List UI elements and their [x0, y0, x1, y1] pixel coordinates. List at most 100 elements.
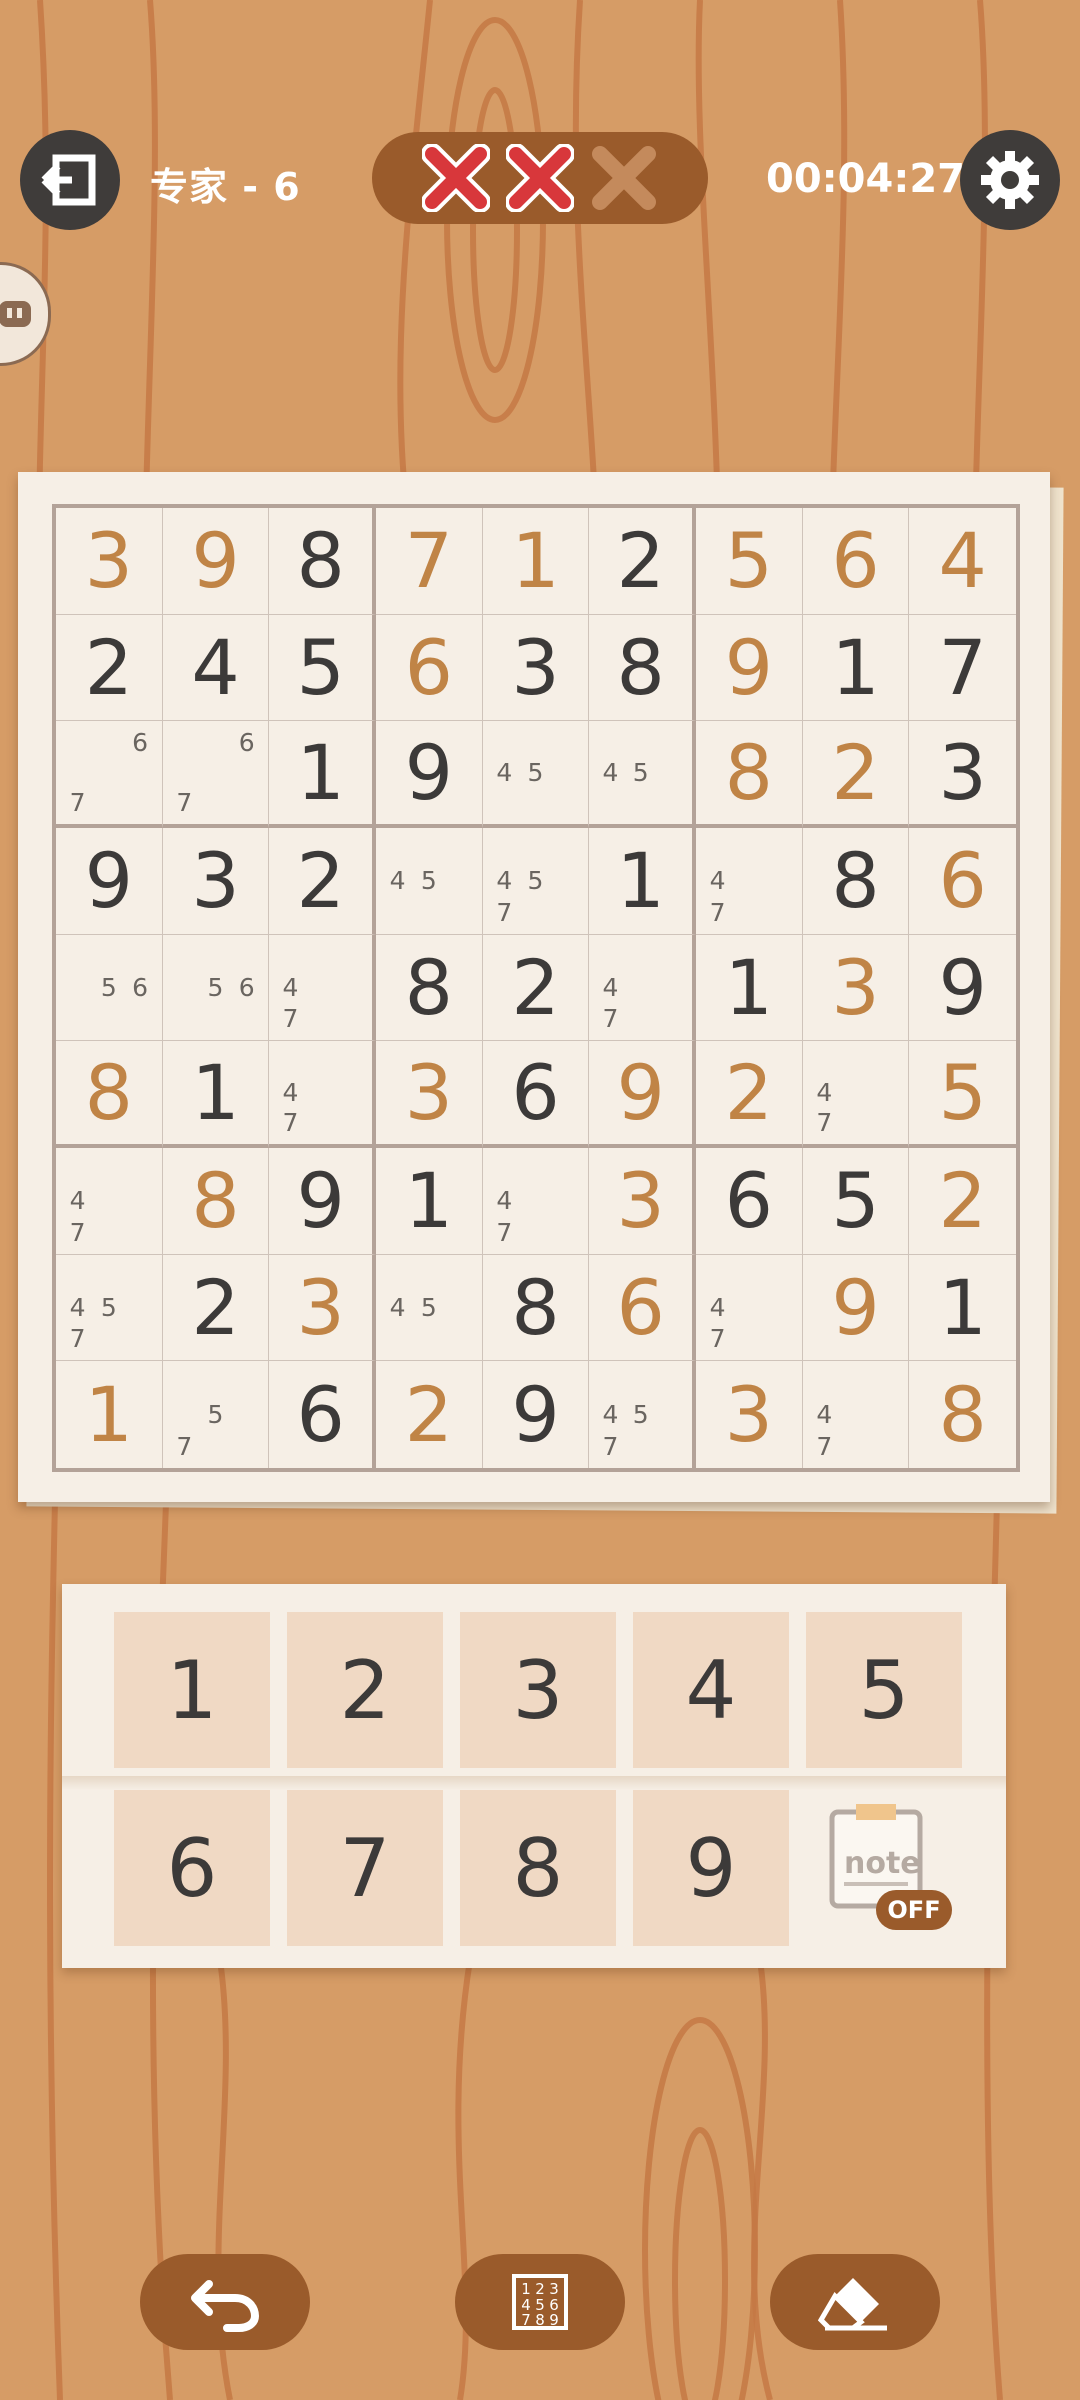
grid-cell-r1c7[interactable]: 5 [695, 508, 803, 615]
erase-button[interactable] [770, 2254, 940, 2350]
grid-cell-r8c7[interactable]: 47 [695, 1254, 803, 1362]
grid-cell-r1c3[interactable]: 8 [269, 508, 376, 615]
note-digit [626, 1003, 656, 1034]
key-6[interactable]: 6 [114, 1790, 270, 1946]
grid-cell-r4c7[interactable]: 47 [695, 827, 803, 935]
grid-cell-r7c3[interactable]: 9 [269, 1147, 376, 1255]
key-8[interactable]: 8 [460, 1790, 616, 1946]
grid-cell-r3c2[interactable]: 67 [162, 721, 270, 828]
grid-cell-r3c9[interactable]: 3 [909, 721, 1016, 828]
grid-cell-r9c1[interactable]: 1 [56, 1361, 163, 1468]
grid-cell-r5c5[interactable]: 2 [482, 934, 590, 1042]
exit-button[interactable] [20, 130, 120, 230]
grid-cell-r4c4[interactable]: 45 [375, 827, 483, 935]
grid-cell-r6c1[interactable]: 8 [56, 1041, 163, 1148]
grid-cell-r5c7[interactable]: 1 [695, 934, 803, 1042]
grid-cell-r3c8[interactable]: 2 [802, 721, 910, 828]
grid-cell-r2c9[interactable]: 7 [909, 615, 1016, 722]
grid-cell-r5c4[interactable]: 8 [375, 934, 483, 1042]
grid-cell-r4c5[interactable]: 457 [482, 827, 590, 935]
grid-cell-r7c4[interactable]: 1 [375, 1147, 483, 1255]
cell-value: 9 [296, 1156, 345, 1246]
grid-cell-r2c5[interactable]: 3 [482, 614, 590, 722]
key-5[interactable]: 5 [806, 1612, 962, 1768]
grid-cell-r6c9[interactable]: 5 [909, 1041, 1016, 1148]
grid-cell-r1c8[interactable]: 6 [802, 508, 910, 615]
grid-cell-r5c9[interactable]: 9 [909, 935, 1016, 1042]
grid-cell-r1c1[interactable]: 3 [56, 508, 163, 615]
grid-cell-r4c2[interactable]: 3 [162, 827, 270, 935]
grid-cell-r1c4[interactable]: 7 [375, 508, 483, 615]
grid-cell-r7c9[interactable]: 2 [909, 1148, 1016, 1255]
grid-cell-r1c6[interactable]: 2 [589, 508, 696, 615]
grid-cell-r8c1[interactable]: 457 [56, 1254, 163, 1362]
grid-cell-r7c5[interactable]: 47 [482, 1147, 590, 1255]
grid-cell-r8c3[interactable]: 3 [269, 1254, 376, 1362]
grid-cell-r6c6[interactable]: 9 [589, 1041, 696, 1148]
grid-cell-r6c4[interactable]: 3 [375, 1041, 483, 1148]
key-4[interactable]: 4 [633, 1612, 789, 1768]
key-7[interactable]: 7 [287, 1790, 443, 1946]
grid-cell-r2c6[interactable]: 8 [589, 614, 696, 722]
grid-cell-r5c8[interactable]: 3 [802, 934, 910, 1042]
grid-cell-r3c5[interactable]: 45 [482, 721, 590, 828]
grid-cell-r4c1[interactable]: 9 [56, 827, 163, 935]
grid-cell-r5c1[interactable]: 56 [56, 934, 163, 1042]
grid-cell-r8c6[interactable]: 6 [589, 1254, 696, 1362]
grid-cell-r7c7[interactable]: 6 [695, 1147, 803, 1255]
key-2[interactable]: 2 [287, 1612, 443, 1768]
grid-cell-r3c6[interactable]: 45 [589, 721, 696, 828]
grid-cell-r8c8[interactable]: 9 [802, 1254, 910, 1362]
note-digit [551, 865, 582, 896]
note-digit: 5 [100, 1292, 117, 1322]
key-3[interactable]: 3 [460, 1612, 616, 1768]
grid-cell-r5c3[interactable]: 47 [269, 934, 376, 1042]
grid-cell-r1c5[interactable]: 1 [482, 508, 590, 615]
grid-cell-r8c4[interactable]: 45 [375, 1254, 483, 1362]
grid-cell-r6c7[interactable]: 2 [695, 1041, 803, 1148]
undo-button[interactable] [140, 2254, 310, 2350]
grid-cell-r9c3[interactable]: 6 [269, 1361, 376, 1468]
grid-cell-r9c4[interactable]: 2 [376, 1361, 483, 1468]
grid-cell-r3c1[interactable]: 67 [56, 721, 163, 828]
grid-cell-r7c8[interactable]: 5 [802, 1147, 910, 1255]
grid-cell-r3c7[interactable]: 8 [695, 721, 803, 828]
grid-cell-r2c2[interactable]: 4 [162, 614, 270, 722]
grid-cell-r7c6[interactable]: 3 [589, 1147, 696, 1255]
grid-cell-r5c6[interactable]: 47 [589, 934, 696, 1042]
grid-cell-r7c1[interactable]: 47 [56, 1147, 163, 1255]
grid-cell-r7c2[interactable]: 8 [162, 1147, 270, 1255]
grid-cell-r8c9[interactable]: 1 [909, 1255, 1016, 1362]
grid-cell-r9c7[interactable]: 3 [696, 1361, 803, 1468]
grid-cell-r4c9[interactable]: 6 [909, 828, 1016, 935]
grid-cell-r6c5[interactable]: 6 [482, 1041, 590, 1148]
grid-cell-r9c9[interactable]: 8 [909, 1361, 1016, 1468]
grid-cell-r9c5[interactable]: 9 [483, 1361, 590, 1468]
grid-cell-r2c7[interactable]: 9 [695, 614, 803, 722]
grid-cell-r3c3[interactable]: 1 [269, 721, 376, 828]
grid-cell-r4c6[interactable]: 1 [589, 827, 696, 935]
grid-cell-r8c2[interactable]: 2 [162, 1254, 270, 1362]
grid-cell-r8c5[interactable]: 8 [482, 1254, 590, 1362]
grid-cell-r1c9[interactable]: 4 [909, 508, 1016, 615]
grid-cell-r6c8[interactable]: 47 [802, 1041, 910, 1148]
grid-cell-r6c2[interactable]: 1 [162, 1041, 270, 1148]
grid-cell-r2c3[interactable]: 5 [269, 614, 376, 722]
grid-cell-r2c8[interactable]: 1 [802, 614, 910, 722]
settings-button[interactable] [960, 130, 1060, 230]
grid-cell-r9c6[interactable]: 457 [589, 1361, 696, 1468]
key-9[interactable]: 9 [633, 1790, 789, 1946]
number-grid-button[interactable]: 123 456 789 [455, 2254, 625, 2350]
grid-cell-r2c1[interactable]: 2 [56, 614, 163, 722]
grid-cell-r9c8[interactable]: 47 [803, 1361, 910, 1468]
grid-cell-r5c2[interactable]: 56 [162, 934, 270, 1042]
note-digit [840, 1399, 871, 1431]
key-1[interactable]: 1 [114, 1612, 270, 1768]
grid-cell-r6c3[interactable]: 47 [269, 1041, 376, 1148]
grid-cell-r4c8[interactable]: 8 [802, 827, 910, 935]
grid-cell-r1c2[interactable]: 9 [162, 508, 270, 615]
grid-cell-r2c4[interactable]: 6 [375, 614, 483, 722]
grid-cell-r9c2[interactable]: 57 [163, 1361, 270, 1468]
grid-cell-r3c4[interactable]: 9 [375, 721, 483, 828]
grid-cell-r4c3[interactable]: 2 [269, 827, 376, 935]
